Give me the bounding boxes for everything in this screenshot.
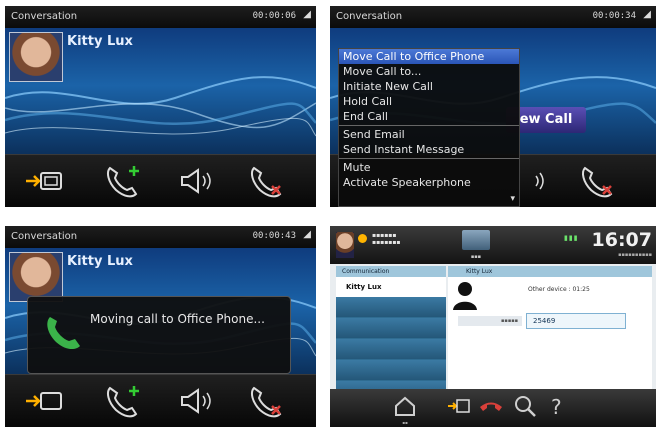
help-icon: ? (551, 395, 562, 419)
active-contact-row[interactable]: Kitty Lux (336, 277, 446, 297)
call-timer: 00:00:43 (252, 231, 296, 241)
list-item[interactable] (336, 318, 446, 339)
search-button[interactable] (512, 393, 538, 419)
menu-item-hold-call[interactable]: Hold Call (339, 94, 519, 109)
move-call-button[interactable] (23, 161, 69, 201)
field-label: ▪▪▪▪▪ (458, 316, 522, 326)
user-avatar (336, 232, 354, 258)
search-icon (515, 396, 536, 417)
status-bar: Conversation 00:00:06 ◢ (5, 6, 316, 28)
communication-header: Communication (336, 266, 446, 277)
call-options-menu: Move Call to Office Phone Move Call to..… (338, 48, 520, 207)
hangup-icon (582, 166, 613, 198)
hangup-icon (480, 402, 502, 411)
conversation-screen-1: Conversation 00:00:06 ◢ Kitty Lux (5, 6, 316, 207)
status-title: Conversation (11, 11, 78, 22)
move-call-button[interactable] (446, 393, 472, 419)
status-title: Conversation (336, 11, 403, 22)
bottom-toolbar: ▪▪ ? (330, 389, 656, 427)
speaker-icon (181, 168, 211, 194)
dialog-message: Moving call to Office Phone... (90, 312, 265, 326)
move-call-icon (26, 172, 62, 190)
date-line: ▪▪▪▪▪▪▪▪▪▪ (618, 252, 652, 258)
hangup-icon (251, 166, 282, 198)
other-device-status: Other device : 01:25 (528, 286, 590, 293)
moving-call-dialog: Moving call to Office Phone... (27, 296, 291, 374)
status-bar: Conversation 00:00:34 ◢ (330, 6, 656, 28)
caller-avatar (9, 252, 63, 302)
help-button[interactable]: ? (544, 393, 570, 419)
clock: 16:07 (591, 229, 652, 251)
menu-item-initiate-new-call[interactable]: Initiate New Call (339, 79, 519, 94)
conversation-screen-menu: Conversation 00:00:34 ◢ ew Call Move Cal… (330, 6, 656, 207)
add-call-icon (107, 386, 139, 418)
display-label: ▪▪▪ (470, 254, 482, 260)
list-item[interactable] (336, 297, 446, 318)
number-field[interactable]: 25469 (526, 313, 626, 329)
caller-avatar (9, 32, 63, 82)
move-call-button[interactable] (23, 381, 69, 421)
desktop-client-screen: ▪▪▪▪▪▪ ▪▪▪▪▪▪▪ ▪▪▪ ▮▮▮ 16:07 ▪▪▪▪▪▪▪▪▪▪ C… (330, 226, 656, 427)
status-title: Conversation (11, 231, 78, 242)
menu-item-move-to-office[interactable]: Move Call to Office Phone (339, 49, 519, 64)
move-call-icon (26, 392, 62, 410)
top-bar: ▪▪▪▪▪▪ ▪▪▪▪▪▪▪ ▪▪▪ ▮▮▮ 16:07 ▪▪▪▪▪▪▪▪▪▪ (330, 226, 656, 264)
signal-icon: ◢ (303, 229, 311, 240)
hangup-icon (251, 386, 282, 418)
menu-item-mute[interactable]: Mute (339, 160, 519, 175)
home-label: ▪▪ (402, 420, 408, 425)
list-item[interactable] (336, 360, 446, 381)
menu-item-speakerphone[interactable]: Activate Speakerphone (339, 175, 519, 190)
menu-item-move-call-to[interactable]: Move Call to... (339, 64, 519, 79)
svg-text:?: ? (551, 395, 562, 419)
end-call-button[interactable] (478, 393, 504, 419)
menu-item-end-call[interactable]: End Call (339, 109, 519, 124)
menu-divider (339, 158, 519, 159)
person-silhouette-icon (453, 282, 477, 310)
end-call-button[interactable] (245, 161, 291, 201)
phone-handset-icon (47, 317, 80, 350)
signal-bars-icon: ▮▮▮ (564, 234, 579, 242)
scroll-down-icon[interactable]: ▾ (510, 194, 515, 204)
call-toolbar (5, 154, 316, 207)
user-info: ▪▪▪▪▪▪ ▪▪▪▪▪▪▪ (372, 232, 401, 246)
end-call-button[interactable] (576, 161, 622, 201)
conversation-screen-moving: Conversation 00:00:43 ◢ Kitty Lux Moving… (5, 226, 316, 427)
call-timer: 00:00:06 (252, 11, 296, 21)
display-icon[interactable] (462, 230, 490, 250)
move-call-icon (448, 399, 470, 413)
signal-icon: ◢ (643, 9, 651, 20)
speaker-icon (181, 388, 211, 414)
home-icon (395, 396, 415, 416)
call-toolbar (5, 374, 316, 427)
home-button[interactable] (392, 393, 418, 419)
add-call-button[interactable] (101, 381, 147, 421)
contact-header: Kitty Lux (448, 266, 652, 277)
add-call-icon (107, 166, 139, 198)
caller-background: Kitty Lux (5, 28, 316, 156)
signal-icon: ◢ (303, 9, 311, 20)
add-call-button[interactable] (101, 161, 147, 201)
call-timer: 00:00:34 (592, 11, 636, 21)
menu-item-send-email[interactable]: Send Email (339, 127, 519, 142)
list-item[interactable] (336, 339, 446, 360)
status-bar: Conversation 00:00:43 ◢ (5, 226, 316, 248)
menu-divider (339, 125, 519, 126)
menu-item-send-im[interactable]: Send Instant Message (339, 142, 519, 157)
speaker-button[interactable] (173, 381, 219, 421)
end-call-button[interactable] (245, 381, 291, 421)
presence-indicator (358, 234, 367, 243)
caller-name: Kitty Lux (67, 34, 133, 49)
caller-name: Kitty Lux (67, 254, 133, 269)
speaker-button[interactable] (173, 161, 219, 201)
